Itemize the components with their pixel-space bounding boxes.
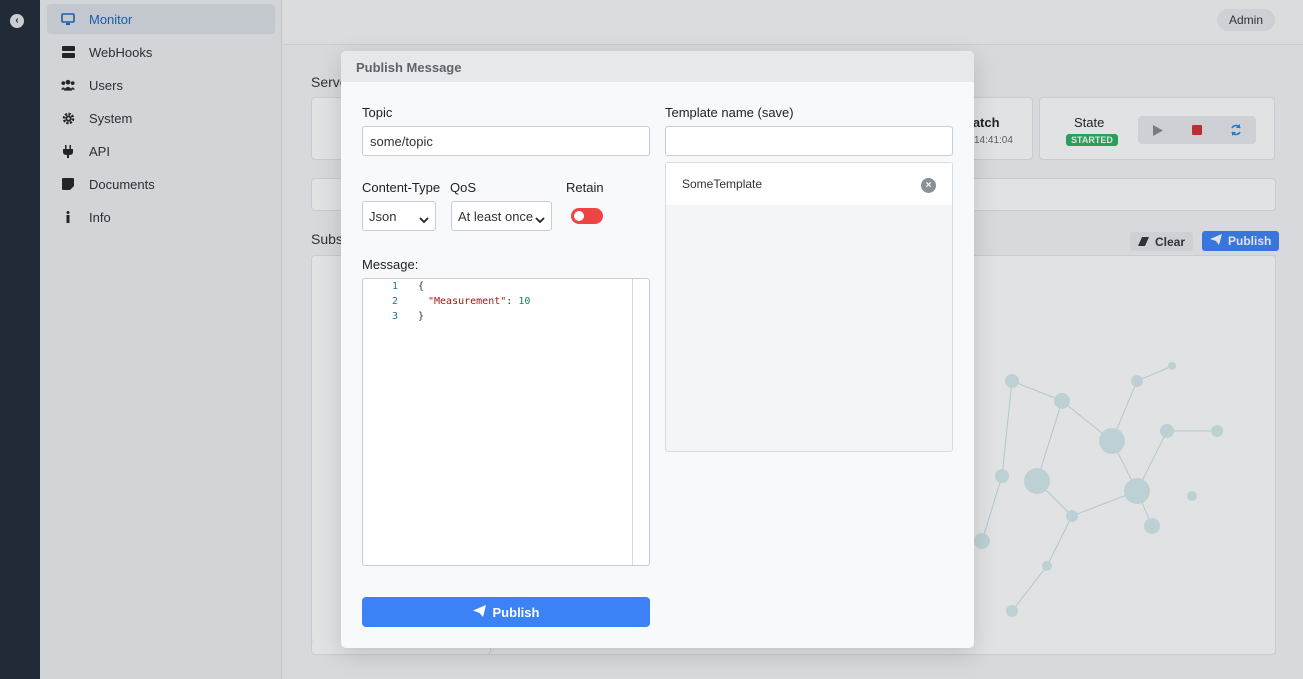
content-type-select[interactable]: Json bbox=[362, 201, 436, 231]
topic-label: Topic bbox=[362, 105, 393, 120]
editor-line: 1 { bbox=[363, 279, 633, 294]
paper-plane-icon bbox=[472, 604, 486, 620]
chevron-down-icon bbox=[535, 212, 545, 227]
topic-input[interactable]: some/topic bbox=[362, 126, 650, 156]
qos-value: At least once bbox=[458, 209, 534, 224]
template-name-input[interactable] bbox=[665, 126, 953, 156]
line-number: 2 bbox=[391, 296, 398, 307]
editor-line: 2 "Measurement": 10 bbox=[363, 294, 633, 309]
dialog-title: Publish Message bbox=[341, 51, 974, 82]
content-type-label: Content-Type bbox=[362, 180, 441, 195]
json-key: "Measurement" bbox=[428, 296, 507, 307]
chevron-down-icon bbox=[419, 212, 429, 227]
close-icon[interactable]: × bbox=[921, 178, 936, 193]
toggle-knob bbox=[574, 211, 584, 221]
template-list: SomeTemplate × bbox=[665, 162, 953, 452]
line-number: 1 bbox=[391, 281, 398, 292]
json-separator: : bbox=[506, 296, 519, 307]
publish-message-dialog: Publish Message Topic some/topic Content… bbox=[341, 51, 974, 648]
code-text: { bbox=[418, 281, 425, 292]
message-label: Message: bbox=[362, 257, 419, 272]
content-type-value: Json bbox=[369, 209, 397, 224]
line-number: 3 bbox=[391, 311, 398, 322]
template-name-label: Template name (save) bbox=[665, 105, 794, 120]
editor-scrollbar[interactable] bbox=[632, 279, 633, 565]
publish-button[interactable]: Publish bbox=[362, 597, 650, 627]
code-text: "Measurement": 10 bbox=[428, 294, 530, 309]
template-list-item[interactable]: SomeTemplate × bbox=[666, 163, 952, 205]
editor-line: 3 } bbox=[363, 309, 633, 324]
retain-label: Retain bbox=[566, 180, 604, 195]
qos-label: QoS bbox=[450, 180, 477, 195]
retain-toggle[interactable] bbox=[571, 208, 603, 224]
message-editor[interactable]: 1 { 2 "Measurement": 10 3 } bbox=[362, 278, 650, 566]
template-name: SomeTemplate bbox=[682, 177, 763, 191]
qos-select[interactable]: At least once bbox=[451, 201, 552, 231]
code-text: } bbox=[418, 311, 425, 322]
publish-button-label: Publish bbox=[492, 604, 540, 620]
json-value: 10 bbox=[518, 296, 531, 307]
